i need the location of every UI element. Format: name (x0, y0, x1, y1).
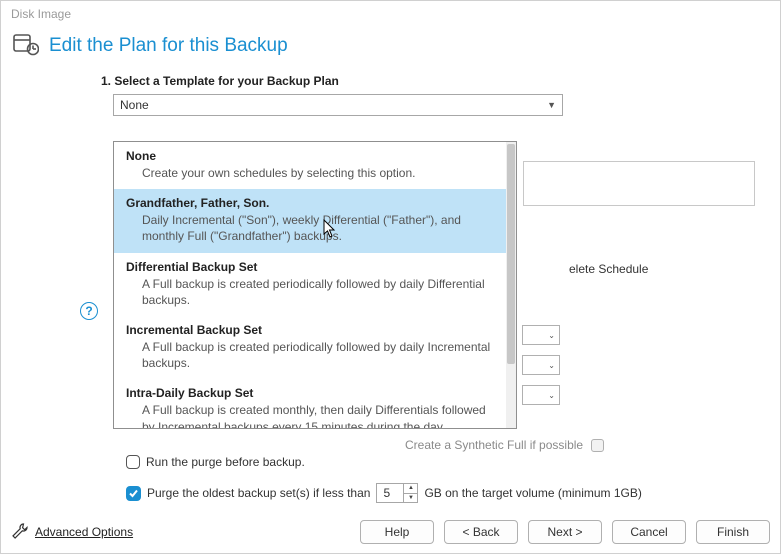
help-icon[interactable]: ? (80, 302, 98, 320)
schedule-panel-fragment (523, 161, 755, 206)
dropdown-item-intradaily[interactable]: Intra-Daily Backup Set A Full backup is … (114, 379, 506, 428)
run-purge-checkbox[interactable] (126, 455, 140, 469)
bg-select-3[interactable]: ⌄ (522, 385, 560, 405)
dropdown-item-desc: A Full backup is created periodically fo… (126, 339, 494, 371)
dropdown-item-title: None (126, 149, 494, 163)
delete-schedule-fragment: elete Schedule (569, 262, 648, 276)
dropdown-item-differential[interactable]: Differential Backup Set A Full backup is… (114, 253, 506, 316)
scrollbar-thumb[interactable] (507, 144, 515, 364)
spinner-down-icon[interactable]: ▼ (404, 494, 417, 503)
dropdown-scrollbar[interactable] (506, 142, 516, 428)
dropdown-item-desc: A Full backup is created monthly, then d… (126, 402, 494, 428)
dropdown-item-none[interactable]: None Create your own schedules by select… (114, 142, 506, 189)
cancel-button[interactable]: Cancel (612, 520, 686, 544)
footer: Advanced Options Help < Back Next > Canc… (1, 517, 780, 553)
spinner-buttons[interactable]: ▲ ▼ (403, 484, 417, 502)
next-button[interactable]: Next > (528, 520, 602, 544)
back-button[interactable]: < Back (444, 520, 518, 544)
header: Edit the Plan for this Backup (1, 25, 780, 70)
template-select-value: None (120, 98, 149, 112)
window-frame: Disk Image Edit the Plan for this Backup… (0, 0, 781, 554)
bg-select-1[interactable]: ⌄ (522, 325, 560, 345)
run-purge-label: Run the purge before backup. (146, 455, 305, 469)
synthetic-full-label: Create a Synthetic Full if possible (405, 438, 583, 452)
chevron-down-icon: ▼ (547, 100, 556, 110)
dropdown-item-title: Grandfather, Father, Son. (126, 196, 494, 210)
dropdown-item-title: Differential Backup Set (126, 260, 494, 274)
dropdown-item-gfs[interactable]: Grandfather, Father, Son. Daily Incremen… (114, 189, 506, 252)
dropdown-item-desc: A Full backup is created periodically fo… (126, 276, 494, 308)
synthetic-full-row: Create a Synthetic Full if possible (405, 438, 604, 452)
dropdown-item-title: Intra-Daily Backup Set (126, 386, 494, 400)
purge-oldest-row: Purge the oldest backup set(s) if less t… (126, 483, 642, 503)
finish-button[interactable]: Finish (696, 520, 770, 544)
dropdown-item-incremental[interactable]: Incremental Backup Set A Full backup is … (114, 316, 506, 379)
template-dropdown: None Create your own schedules by select… (113, 141, 517, 429)
purge-gb-spinner[interactable]: 5 ▲ ▼ (376, 483, 418, 503)
spinner-up-icon[interactable]: ▲ (404, 484, 417, 494)
purge-oldest-checkbox[interactable] (126, 486, 141, 501)
advanced-options-label: Advanced Options (35, 525, 133, 539)
help-button[interactable]: Help (360, 520, 434, 544)
purge-oldest-label: Purge the oldest backup set(s) if less t… (147, 486, 370, 500)
purge-gb-suffix: GB on the target volume (minimum 1GB) (424, 486, 641, 500)
page-title: Edit the Plan for this Backup (49, 35, 288, 57)
advanced-options-link[interactable]: Advanced Options (11, 522, 133, 543)
plan-icon (13, 31, 39, 60)
dropdown-item-desc: Create your own schedules by selecting t… (126, 165, 494, 181)
dropdown-item-title: Incremental Backup Set (126, 323, 494, 337)
run-purge-row: Run the purge before backup. (126, 455, 305, 469)
window-title: Disk Image (1, 1, 780, 25)
step-1-label: 1. Select a Template for your Backup Pla… (1, 70, 780, 94)
wrench-icon (11, 522, 29, 543)
bg-select-2[interactable]: ⌄ (522, 355, 560, 375)
template-select[interactable]: None ▼ (113, 94, 563, 116)
synthetic-full-checkbox[interactable] (591, 439, 604, 452)
dropdown-item-desc: Daily Incremental ("Son"), weekly Differ… (126, 212, 494, 244)
purge-gb-value: 5 (383, 486, 390, 500)
